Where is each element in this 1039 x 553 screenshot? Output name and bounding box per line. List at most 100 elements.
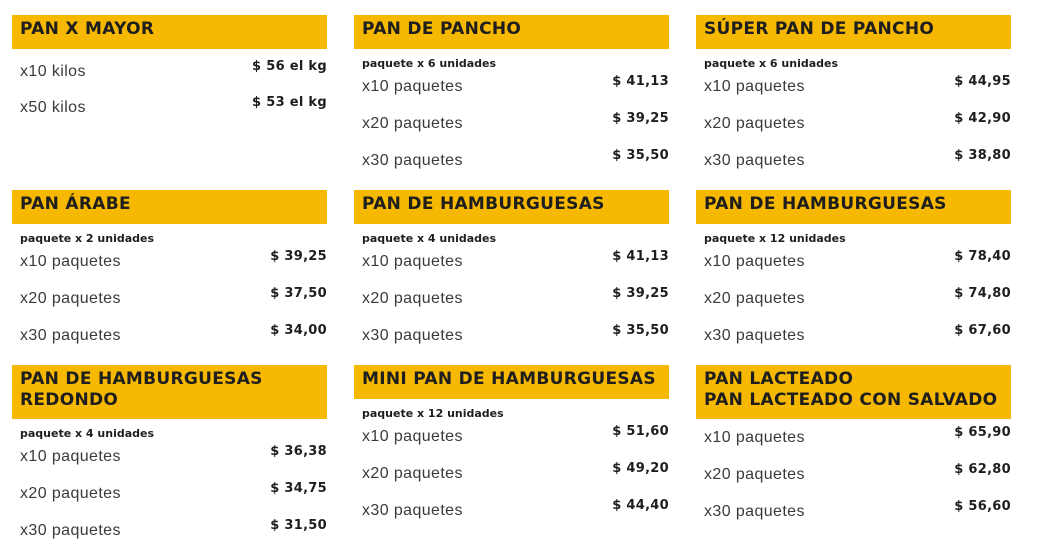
- price-row: x30 paquetes $ 56,60: [696, 497, 1011, 534]
- card-title: PAN DE HAMBURGUESAS REDONDO: [12, 365, 327, 419]
- card-title: PAN X MAYOR: [12, 15, 327, 49]
- package-subtitle: paquete x 12 unidades: [362, 407, 504, 420]
- price-row: x20 paquetes $ 62,80: [696, 460, 1011, 497]
- price-value: $ 35,50: [612, 323, 669, 338]
- package-subtitle: paquete x 6 unidades: [704, 57, 839, 70]
- card-title: PAN DE HAMBURGUESAS: [354, 190, 669, 224]
- price-row: x10 paquetes $ 41,13: [354, 247, 669, 284]
- quantity-label: x20 paquetes: [704, 466, 805, 483]
- price-card-pan-x-mayor: PAN X MAYOR x10 kilos $ 56 el kg x50 kil…: [12, 15, 327, 129]
- price-row: x20 paquetes $ 49,20: [354, 459, 669, 496]
- price-value: $ 56,60: [954, 499, 1011, 514]
- price-row: x30 paquetes $ 35,50: [354, 146, 669, 183]
- quantity-label: x20 paquetes: [20, 290, 121, 307]
- quantity-label: x10 paquetes: [362, 78, 463, 95]
- price-value: $ 37,50: [270, 286, 327, 301]
- price-row: x10 paquetes $ 51,60: [354, 422, 669, 459]
- price-row: x30 paquetes $ 44,40: [354, 496, 669, 533]
- price-value: $ 67,60: [954, 323, 1011, 338]
- quantity-label: x20 paquetes: [20, 485, 121, 502]
- quantity-label: x10 paquetes: [362, 428, 463, 445]
- price-value: $ 36,38: [270, 444, 327, 459]
- quantity-label: x10 paquetes: [704, 429, 805, 446]
- price-value: $ 39,25: [612, 286, 669, 301]
- package-subtitle: paquete x 4 unidades: [20, 427, 155, 440]
- price-value: $ 53 el kg: [252, 95, 327, 110]
- quantity-label: x30 paquetes: [362, 502, 463, 519]
- quantity-label: x30 paquetes: [704, 152, 805, 169]
- quantity-label: x30 paquetes: [20, 327, 121, 344]
- package-subtitle: paquete x 2 unidades: [20, 232, 155, 245]
- card-title: PAN ÁRABE: [12, 190, 327, 224]
- quantity-label: x20 paquetes: [362, 290, 463, 307]
- price-value: $ 56 el kg: [252, 59, 327, 74]
- price-value: $ 74,80: [954, 286, 1011, 301]
- quantity-label: x20 paquetes: [704, 290, 805, 307]
- price-card-pan-arabe: PAN ÁRABE paquete x 2 unidades x10 paque…: [12, 190, 327, 358]
- quantity-label: x50 kilos: [20, 99, 86, 116]
- price-card-super-pan-de-pancho: SÚPER PAN DE PANCHO paquete x 6 unidades…: [696, 15, 1011, 183]
- price-card-mini-pan-de-hamburguesas: MINI PAN DE HAMBURGUESAS paquete x 12 un…: [354, 365, 669, 533]
- price-value: $ 44,95: [954, 74, 1011, 89]
- price-row: x20 paquetes $ 42,90: [696, 109, 1011, 146]
- quantity-label: x10 paquetes: [704, 78, 805, 95]
- price-row: x10 paquetes $ 44,95: [696, 72, 1011, 109]
- card-title: MINI PAN DE HAMBURGUESAS: [354, 365, 669, 399]
- price-card-pan-de-hamburguesas-redondo: PAN DE HAMBURGUESAS REDONDO paquete x 4 …: [12, 365, 327, 553]
- package-subtitle: paquete x 6 unidades: [362, 57, 497, 70]
- price-row: x10 kilos $ 56 el kg: [12, 57, 327, 93]
- price-row: x30 paquetes $ 67,60: [696, 321, 1011, 358]
- price-value: $ 49,20: [612, 461, 669, 476]
- price-row: x20 paquetes $ 39,25: [354, 109, 669, 146]
- package-subtitle: paquete x 4 unidades: [362, 232, 497, 245]
- price-row: x10 paquetes $ 39,25: [12, 247, 327, 284]
- quantity-label: x30 paquetes: [362, 152, 463, 169]
- quantity-label: x20 paquetes: [362, 465, 463, 482]
- price-value: $ 65,90: [954, 425, 1011, 440]
- price-value: $ 39,25: [612, 111, 669, 126]
- price-value: $ 34,00: [270, 323, 327, 338]
- quantity-label: x10 paquetes: [704, 253, 805, 270]
- price-value: $ 35,50: [612, 148, 669, 163]
- price-card-pan-de-pancho: PAN DE PANCHO paquete x 6 unidades x10 p…: [354, 15, 669, 183]
- quantity-label: x30 paquetes: [704, 327, 805, 344]
- price-value: $ 78,40: [954, 249, 1011, 264]
- quantity-label: x10 paquetes: [20, 448, 121, 465]
- price-row: x50 kilos $ 53 el kg: [12, 93, 327, 129]
- price-row: x10 paquetes $ 65,90: [696, 423, 1011, 460]
- price-row: x20 paquetes $ 34,75: [12, 479, 327, 516]
- quantity-label: x30 paquetes: [362, 327, 463, 344]
- price-card-pan-de-hamburguesas-x4: PAN DE HAMBURGUESAS paquete x 4 unidades…: [354, 190, 669, 358]
- price-value: $ 34,75: [270, 481, 327, 496]
- quantity-label: x30 paquetes: [20, 522, 121, 539]
- price-row: x30 paquetes $ 31,50: [12, 516, 327, 553]
- card-title: PAN DE PANCHO: [354, 15, 669, 49]
- price-row: x30 paquetes $ 35,50: [354, 321, 669, 358]
- price-row: x10 paquetes $ 41,13: [354, 72, 669, 109]
- price-card-pan-lacteado: PAN LACTEADO PAN LACTEADO CON SALVADO x1…: [696, 365, 1011, 534]
- price-value: $ 42,90: [954, 111, 1011, 126]
- quantity-label: x10 paquetes: [20, 253, 121, 270]
- price-row: x30 paquetes $ 34,00: [12, 321, 327, 358]
- price-row: x10 paquetes $ 78,40: [696, 247, 1011, 284]
- price-row: x30 paquetes $ 38,80: [696, 146, 1011, 183]
- price-value: $ 41,13: [612, 74, 669, 89]
- card-title: SÚPER PAN DE PANCHO: [696, 15, 1011, 49]
- price-value: $ 31,50: [270, 518, 327, 533]
- price-value: $ 38,80: [954, 148, 1011, 163]
- quantity-label: x30 paquetes: [704, 503, 805, 520]
- card-title: PAN LACTEADO PAN LACTEADO CON SALVADO: [696, 365, 1011, 419]
- price-card-pan-de-hamburguesas-x12: PAN DE HAMBURGUESAS paquete x 12 unidade…: [696, 190, 1011, 358]
- quantity-label: x20 paquetes: [362, 115, 463, 132]
- price-value: $ 41,13: [612, 249, 669, 264]
- price-row: x10 paquetes $ 36,38: [12, 442, 327, 479]
- price-value: $ 39,25: [270, 249, 327, 264]
- price-row: x20 paquetes $ 39,25: [354, 284, 669, 321]
- quantity-label: x20 paquetes: [704, 115, 805, 132]
- price-value: $ 44,40: [612, 498, 669, 513]
- price-value: $ 51,60: [612, 424, 669, 439]
- package-subtitle: paquete x 12 unidades: [704, 232, 846, 245]
- price-value: $ 62,80: [954, 462, 1011, 477]
- quantity-label: x10 paquetes: [362, 253, 463, 270]
- price-list: x10 kilos $ 56 el kg x50 kilos $ 53 el k…: [12, 57, 327, 129]
